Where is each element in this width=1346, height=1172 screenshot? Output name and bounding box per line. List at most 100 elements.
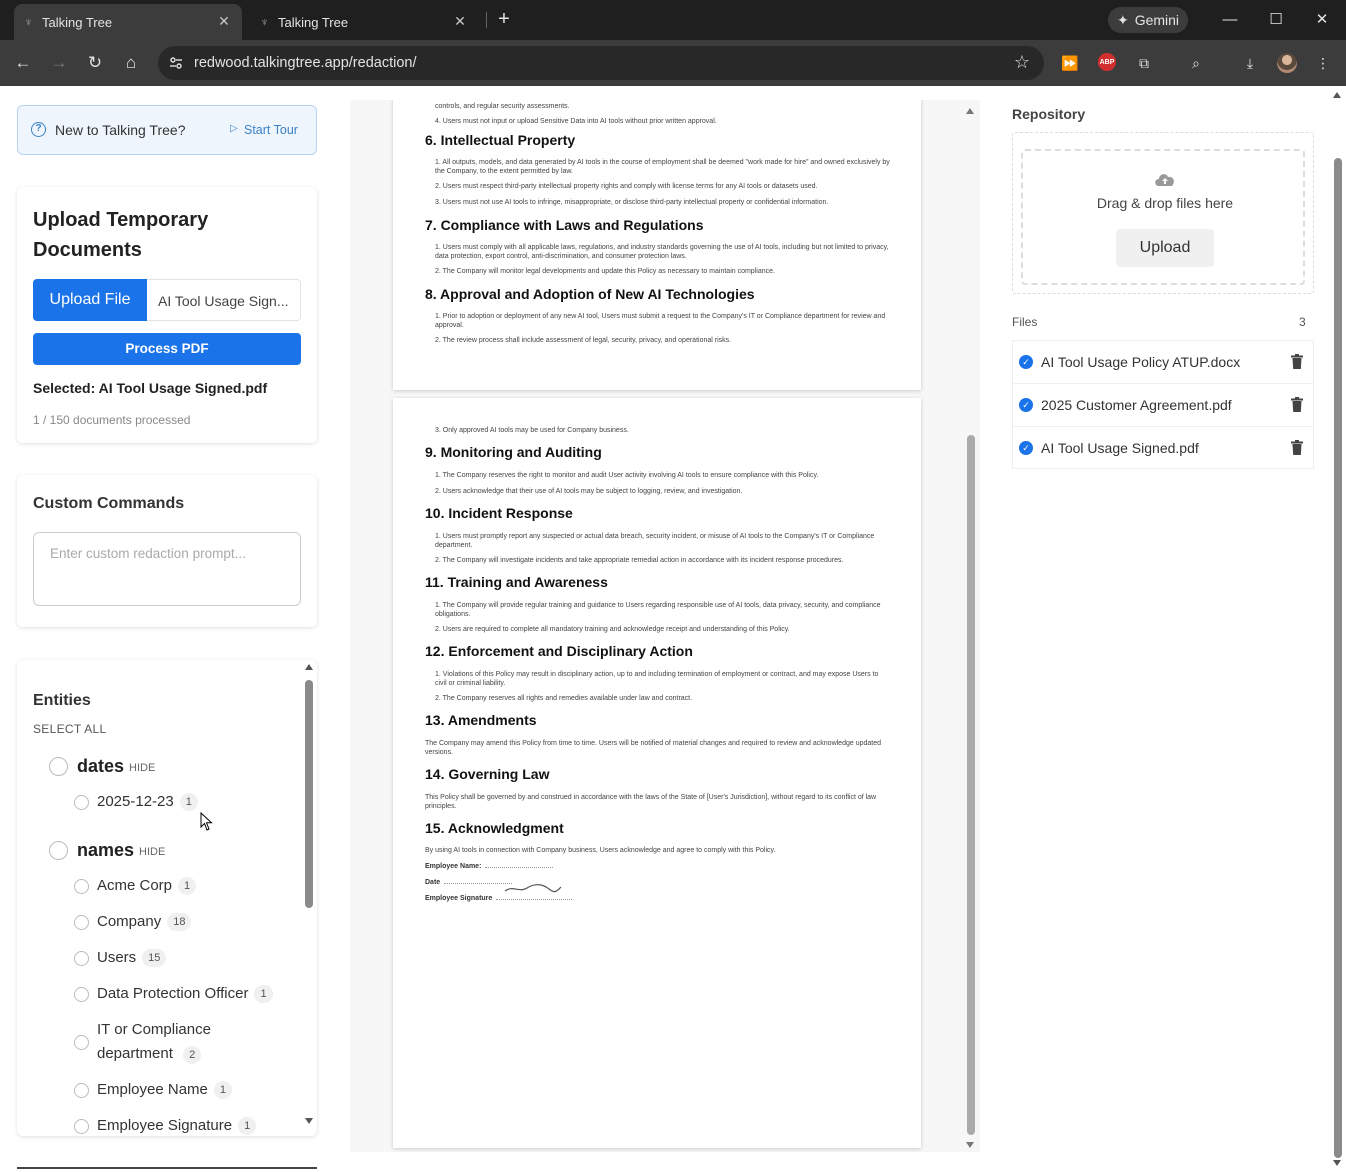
trash-icon[interactable] <box>1291 354 1303 369</box>
scroll-up-arrow-icon[interactable] <box>1333 92 1341 98</box>
back-arrow-icon[interactable]: ← <box>12 52 34 74</box>
entity-radio[interactable] <box>74 950 89 966</box>
file-dropzone[interactable]: Drag & drop files here Upload <box>1021 149 1305 285</box>
doc-list-item: 2. The review process shall include asse… <box>435 337 732 344</box>
extension-media-icon[interactable]: ⏩ <box>1060 53 1080 73</box>
drop-instructions: Drag & drop files here <box>1096 195 1234 211</box>
signature-scribble <box>504 884 562 893</box>
scroll-thumb[interactable] <box>305 680 313 908</box>
file-row[interactable]: ✓ AI Tool Usage Signed.pdf <box>1013 427 1313 470</box>
doc-section-heading: 15. Acknowledgment <box>425 820 564 836</box>
scroll-down-arrow-icon[interactable] <box>305 1118 313 1124</box>
maximize-icon[interactable]: ☐ <box>1264 8 1288 32</box>
entities-heading: Entities <box>33 692 91 709</box>
file-row[interactable]: ✓ 2025 Customer Agreement.pdf <box>1013 384 1313 427</box>
entity-count-badge: 18 <box>167 913 192 931</box>
upload-file-button[interactable]: Upload File <box>33 279 147 321</box>
bookmark-star-icon[interactable]: ☆ <box>1014 52 1030 73</box>
entities-scrollbar[interactable] <box>305 664 315 1130</box>
repository-upload-button[interactable]: Upload <box>1116 229 1214 267</box>
doc-list-item: 2. Users acknowledge that their use of A… <box>435 488 743 495</box>
play-icon[interactable]: ▷ <box>230 123 238 134</box>
close-tab-icon[interactable]: ✕ <box>452 13 468 30</box>
doc-paragraph: By using AI tools in connection with Com… <box>425 847 776 854</box>
process-pdf-button[interactable]: Process PDF <box>33 333 301 365</box>
trash-icon[interactable] <box>1291 397 1303 412</box>
entity-label: Acme Corp <box>97 877 173 894</box>
check-circle-icon: ✓ <box>1019 355 1033 369</box>
file-list: ✓ AI Tool Usage Policy ATUP.docx ✓ 2025 … <box>1012 340 1314 469</box>
file-name: AI Tool Usage Policy ATUP.docx <box>1041 354 1241 370</box>
entity-radio[interactable] <box>74 794 89 810</box>
entity-count-badge: 2 <box>183 1046 202 1064</box>
scroll-down-arrow-icon[interactable] <box>1333 1160 1341 1166</box>
files-count: 3 <box>1299 315 1306 329</box>
entity-radio[interactable] <box>74 914 89 930</box>
start-tour-link[interactable]: Start Tour <box>244 123 298 137</box>
close-window-icon[interactable]: ✕ <box>1310 8 1334 32</box>
upload-heading: Upload Temporary Documents <box>33 209 209 261</box>
file-picker[interactable]: Upload File AI Tool Usage Sign... <box>33 279 301 321</box>
upload-card: Upload Temporary Documents Upload File A… <box>17 187 317 443</box>
entity-count-badge: 1 <box>213 1081 233 1099</box>
group-checkbox[interactable] <box>49 757 68 776</box>
scroll-up-arrow-icon[interactable] <box>966 108 974 114</box>
forward-arrow-icon[interactable]: → <box>48 52 70 74</box>
file-name: AI Tool Usage Signed.pdf <box>1041 440 1199 456</box>
reload-icon[interactable]: ↻ <box>84 52 106 74</box>
doc-list-item: 2. The Company will monitor legal develo… <box>435 268 775 275</box>
scroll-down-arrow-icon[interactable] <box>966 1142 974 1148</box>
profile-avatar[interactable] <box>1277 53 1297 73</box>
tab-search-icon[interactable]: ⌕ <box>1186 53 1206 73</box>
group-checkbox[interactable] <box>49 841 68 860</box>
sig-label: Employee Signature <box>425 895 493 902</box>
entity-radio[interactable] <box>74 986 89 1002</box>
scroll-up-arrow-icon[interactable] <box>305 664 313 670</box>
tab-title: Talking Tree <box>42 14 113 30</box>
custom-prompt-input[interactable] <box>33 532 301 606</box>
download-icon[interactable]: ⤓ <box>1240 53 1260 73</box>
entity-label: 2025-12-23 <box>97 793 174 810</box>
group-name: dates <box>77 756 125 776</box>
address-bar[interactable]: redwood.talkingtree.app/redaction/ ☆ <box>158 46 1044 80</box>
home-icon[interactable]: ⌂ <box>120 52 142 74</box>
tour-title: New to Talking Tree? <box>55 122 186 138</box>
minimize-icon[interactable]: — <box>1218 8 1242 32</box>
entity-radio[interactable] <box>74 1118 89 1134</box>
viewer-scrollbar[interactable] <box>966 108 976 1158</box>
entity-item: Company 18 <box>74 910 192 934</box>
hide-group-link[interactable]: HIDE <box>129 762 155 774</box>
tour-banner: ? New to Talking Tree? ▷ Start Tour <box>17 105 317 155</box>
doc-section-heading: 6. Intellectual Property <box>425 132 576 148</box>
page-scrollbar[interactable] <box>1333 86 1343 1172</box>
menu-dots-icon[interactable]: ⋮ <box>1313 53 1333 73</box>
check-circle-icon: ✓ <box>1019 398 1033 412</box>
new-tab-icon[interactable]: + <box>494 9 514 30</box>
entity-radio[interactable] <box>74 1034 89 1050</box>
pdf-viewer[interactable]: controls, and regular security assessmen… <box>350 100 980 1152</box>
select-all-link[interactable]: SELECT ALL <box>33 722 107 736</box>
employee-name-field: Employee Name: <box>425 862 554 870</box>
entity-label: IT or Compliance department 2 <box>97 1018 237 1066</box>
check-circle-icon: ✓ <box>1019 441 1033 455</box>
entity-item: Data Protection Officer 1 <box>74 982 273 1006</box>
close-tab-icon[interactable]: ✕ <box>216 13 232 30</box>
browser-tab-2[interactable]: ♆ Talking Tree ✕ <box>250 4 478 40</box>
hide-group-link[interactable]: HIDE <box>139 846 165 858</box>
site-settings-icon[interactable] <box>168 55 184 71</box>
trash-icon[interactable] <box>1291 440 1303 455</box>
doc-list-item: 3. Only approved AI tools may be used fo… <box>435 427 629 434</box>
entity-radio[interactable] <box>74 1082 89 1098</box>
entity-item: Employee Name 1 <box>74 1078 233 1102</box>
file-row[interactable]: ✓ AI Tool Usage Policy ATUP.docx <box>1013 341 1313 384</box>
doc-text: controls, and regular security assessmen… <box>435 103 570 110</box>
adblock-icon[interactable]: ABP <box>1098 53 1116 71</box>
extensions-puzzle-icon[interactable]: ⧉ <box>1134 53 1154 73</box>
entity-radio[interactable] <box>74 878 89 894</box>
doc-section-heading: 11. Training and Awareness <box>425 574 608 590</box>
browser-tab-1[interactable]: ♆ Talking Tree ✕ <box>14 4 242 40</box>
doc-list-item: 1. Prior to adoption or deployment of an… <box>435 313 886 329</box>
gemini-button[interactable]: ✦ Gemini <box>1108 7 1188 33</box>
scroll-thumb[interactable] <box>967 435 975 1135</box>
scroll-thumb[interactable] <box>1334 158 1342 1158</box>
